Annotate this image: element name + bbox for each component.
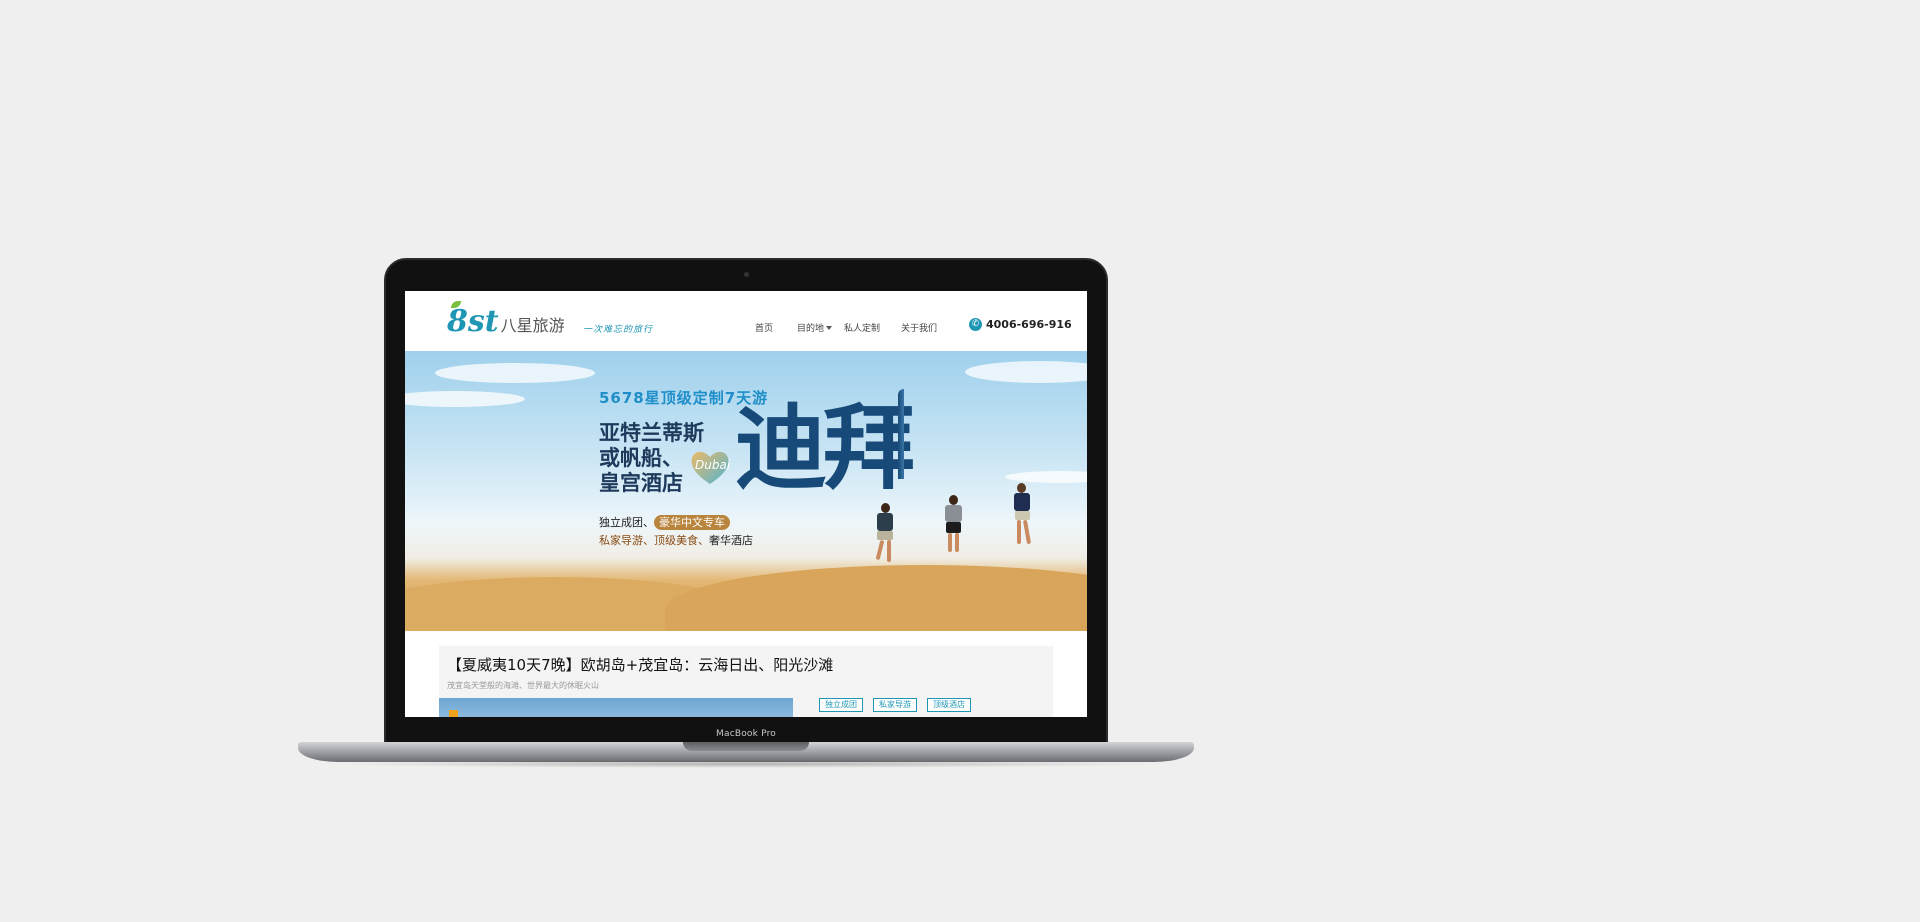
logo-mark: 8st bbox=[447, 304, 499, 339]
hero-features-2: 私家导游、顶级美食、奢华酒店 bbox=[599, 532, 753, 548]
cloud-shape bbox=[435, 363, 595, 383]
sand-dune bbox=[665, 565, 1087, 631]
nav-custom[interactable]: 私人定制 bbox=[844, 321, 880, 334]
hero-feature-text: 独立成团、 bbox=[599, 516, 654, 529]
content-area: 【夏威夷10天7晚】欧胡岛+茂宜岛：云海日出、阳光沙滩 茂宜岛天堂般的海滩、世界… bbox=[405, 631, 1087, 717]
hero-feature-text: 奢华酒店 bbox=[709, 534, 753, 547]
nav-destinations-label: 目的地 bbox=[797, 324, 825, 334]
hero-banner[interactable]: 5678星顶级定制7天游 亚特兰蒂斯 或帆船、 皇宫酒店 Dubai 迪拜 独立… bbox=[405, 351, 1087, 631]
cloud-shape bbox=[1005, 471, 1087, 483]
site-header: 8st 八星旅游 一次难忘的旅行 首页 目的地 私人定制 关于我们 ✆ 4006… bbox=[405, 291, 1087, 351]
tour-tag: 私家导游 bbox=[873, 698, 917, 712]
tour-subtitle: 茂宜岛天堂般的海滩、世界最大的休眠火山 bbox=[447, 681, 599, 690]
hero-title: 迪拜 bbox=[735, 395, 915, 502]
tour-tag: 顶级酒店 bbox=[927, 698, 971, 712]
laptop-notch bbox=[683, 742, 809, 751]
logo-name: 八星旅游 bbox=[500, 316, 565, 335]
hero-feature-text: 顶级美食、 bbox=[654, 534, 709, 547]
nav-about[interactable]: 关于我们 bbox=[901, 321, 937, 334]
phone-contact[interactable]: ✆ 4006-696-916 bbox=[969, 318, 1072, 331]
heart-label: Dubai bbox=[695, 458, 731, 472]
hero-features-1: 独立成团、 豪华中文专车 bbox=[599, 514, 730, 530]
site-tagline: 一次难忘的旅行 bbox=[583, 325, 654, 335]
image-badge bbox=[449, 710, 458, 717]
tour-image[interactable] bbox=[439, 698, 793, 717]
device-label: MacBook Pro bbox=[716, 729, 776, 739]
hero-feature-text: 私家导游、 bbox=[599, 534, 654, 547]
tour-card[interactable]: 【夏威夷10天7晚】欧胡岛+茂宜岛：云海日出、阳光沙滩 茂宜岛天堂般的海滩、世界… bbox=[439, 646, 1053, 717]
site-logo[interactable]: 8st 八星旅游 bbox=[447, 301, 565, 339]
chevron-down-icon bbox=[826, 326, 833, 330]
cloud-shape bbox=[405, 391, 525, 407]
tour-tag: 独立成团 bbox=[819, 698, 863, 712]
nav-destinations[interactable]: 目的地 bbox=[797, 321, 833, 334]
laptop-screen: 8st 八星旅游 一次难忘的旅行 首页 目的地 私人定制 关于我们 ✆ 4006… bbox=[405, 291, 1087, 717]
burj-icon bbox=[898, 389, 904, 479]
tour-title[interactable]: 【夏威夷10天7晚】欧胡岛+茂宜岛：云海日出、阳光沙滩 bbox=[447, 654, 833, 675]
laptop-shadow bbox=[320, 760, 1172, 768]
cloud-shape bbox=[965, 361, 1087, 383]
phone-icon: ✆ bbox=[969, 318, 982, 331]
hero-feature-pill: 豪华中文专车 bbox=[654, 515, 730, 530]
phone-number: 4006-696-916 bbox=[986, 318, 1072, 331]
hero-line-a: 亚特兰蒂斯 bbox=[599, 421, 704, 445]
camera-dot bbox=[744, 272, 749, 277]
nav-home[interactable]: 首页 bbox=[755, 321, 773, 334]
